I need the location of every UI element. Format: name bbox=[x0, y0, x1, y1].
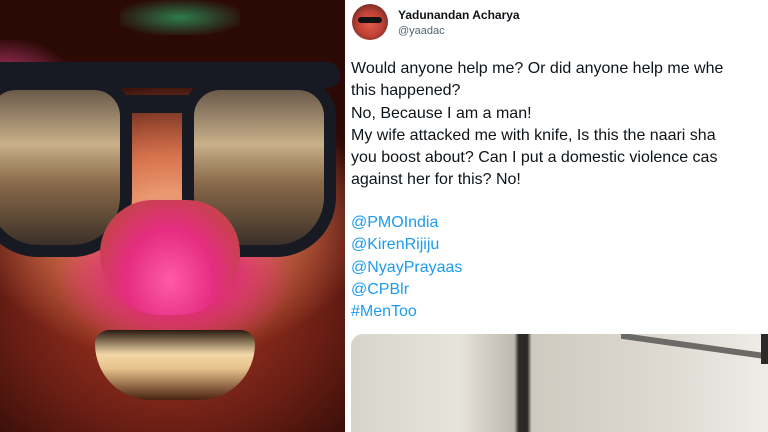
media-shelf bbox=[621, 334, 768, 362]
tweet-card: Yadunandan Acharya @yaadac Would anyone … bbox=[345, 0, 768, 432]
tweet-media-image[interactable] bbox=[351, 334, 768, 432]
tweet-line: Would anyone help me? Or did anyone help… bbox=[351, 60, 724, 77]
profile-photo bbox=[0, 0, 345, 432]
avatar[interactable] bbox=[352, 4, 388, 40]
tweet-line: you boost about? Can I put a domestic vi… bbox=[351, 149, 718, 167]
mention-pmoindia[interactable]: @PMOIndia bbox=[351, 212, 462, 234]
display-name[interactable]: Yadunandan Acharya bbox=[398, 8, 520, 22]
nose bbox=[100, 200, 240, 315]
tweet-line: this happened? bbox=[351, 82, 461, 100]
mention-cpblr[interactable]: @CPBlr bbox=[351, 279, 462, 301]
mention-nyayprayaas[interactable]: @NyayPrayaas bbox=[351, 257, 462, 279]
media-shadow bbox=[761, 334, 768, 364]
tweet-body: Would anyone help me? Or did anyone help… bbox=[351, 58, 768, 192]
smile bbox=[95, 330, 255, 400]
tweet-line: against her for this? No! bbox=[351, 171, 521, 189]
mentions-list: @PMOIndia @KirenRijiju @NyayPrayaas @CPB… bbox=[351, 212, 462, 323]
mention-kirenrijiju[interactable]: @KirenRijiju bbox=[351, 234, 462, 256]
tweet-line: My wife attacked me with knife, Is this … bbox=[351, 126, 716, 144]
hashtag-mentoo[interactable]: #MenToo bbox=[351, 301, 462, 323]
tweet-line: No, Because I am a man! bbox=[351, 104, 532, 122]
user-handle[interactable]: @yaadac bbox=[398, 25, 445, 37]
sunglasses-bridge bbox=[120, 95, 192, 113]
avatar-glasses bbox=[358, 17, 382, 23]
green-powder bbox=[120, 0, 240, 35]
